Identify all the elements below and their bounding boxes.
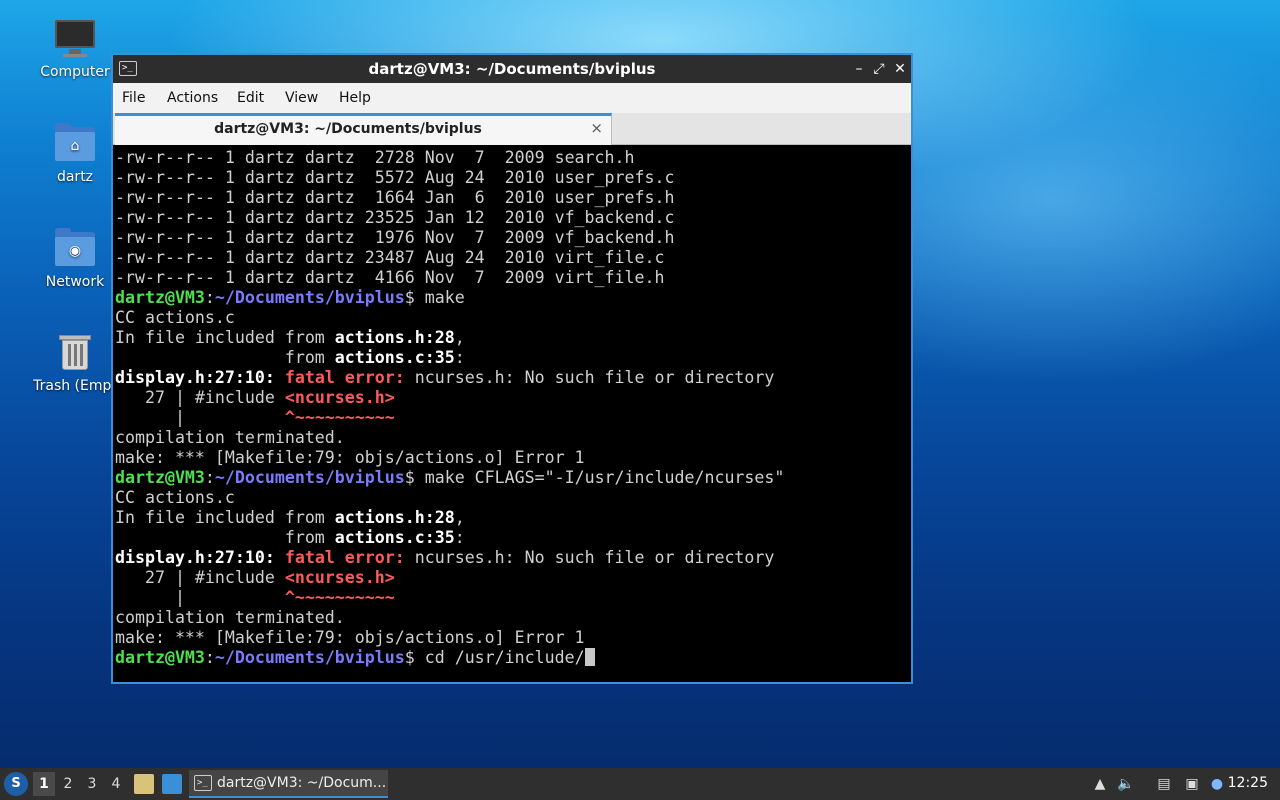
- listing-line: -rw-r--r-- 1 dartz dartz 1976 Nov 7 2009…: [115, 228, 675, 247]
- workspace-2[interactable]: 2: [57, 772, 79, 796]
- source-line: 27 | #include <ncurses.h>: [115, 388, 395, 407]
- file-manager-icon[interactable]: [134, 774, 154, 794]
- command-text: $ cd /usr/include/: [404, 648, 585, 667]
- prompt-path: ~/Documents/bviplus: [214, 288, 405, 307]
- listing-line: -rw-r--r-- 1 dartz dartz 1664 Jan 6 2010…: [115, 188, 675, 207]
- task-label: dartz@VM3: ~/Docum...: [217, 775, 387, 791]
- output-line: In file included from actions.h:28,: [115, 328, 465, 347]
- source-line: 27 | #include <ncurses.h>: [115, 568, 395, 587]
- prompt-line: dartz@VM3:~/Documents/bviplus$ make: [115, 288, 465, 307]
- workspace-3[interactable]: 3: [81, 772, 103, 796]
- window-title: dartz@VM3: ~/Documents/bviplus: [368, 60, 656, 78]
- tray-up-arrow-icon[interactable]: ▲: [1090, 774, 1110, 794]
- tab-close-button[interactable]: ×: [590, 119, 603, 137]
- listing-line: -rw-r--r-- 1 dartz dartz 23487 Aug 24 20…: [115, 248, 665, 267]
- desktop-icon-label: Computer: [40, 64, 110, 80]
- listing-line: -rw-r--r-- 1 dartz dartz 23525 Jan 12 20…: [115, 208, 675, 227]
- taskbar-task-terminal[interactable]: >_ dartz@VM3: ~/Docum...: [189, 770, 388, 798]
- computer-icon: [53, 16, 97, 60]
- command-text: $ make: [404, 288, 465, 307]
- update-notification-icon[interactable]: ●: [1207, 774, 1227, 794]
- output-line: make: *** [Makefile:79: objs/actions.o] …: [115, 448, 585, 467]
- error-line: display.h:27:10: fatal error: ncurses.h:…: [115, 368, 775, 387]
- menu-view[interactable]: View: [285, 90, 318, 106]
- close-button[interactable]: ✕: [890, 59, 910, 79]
- network-folder-icon: ◉: [53, 226, 97, 270]
- tab-terminal[interactable]: dartz@VM3: ~/Documents/bviplus ×: [115, 113, 612, 145]
- terminal-icon: >_: [194, 775, 212, 791]
- menu-file[interactable]: File: [122, 90, 145, 106]
- listing-line: -rw-r--r-- 1 dartz dartz 2728 Nov 7 2009…: [115, 148, 635, 167]
- output-line: compilation terminated.: [115, 608, 345, 627]
- show-desktop-icon[interactable]: [162, 774, 182, 794]
- menu-actions[interactable]: Actions: [167, 90, 218, 106]
- prompt-user: dartz@VM3: [115, 288, 205, 307]
- network-status-icon[interactable]: ▣: [1182, 774, 1202, 794]
- volume-icon[interactable]: 🔈: [1116, 774, 1136, 794]
- prompt-line[interactable]: dartz@VM3:~/Documents/bviplus$ cd /usr/i…: [115, 648, 909, 668]
- home-folder-icon: ⌂: [53, 121, 97, 165]
- desktop-icon-label: Trash (Empt: [33, 378, 117, 394]
- desktop-icon-trash[interactable]: Trash (Empt: [25, 330, 125, 394]
- desktop-icon-network[interactable]: ◉ Network: [25, 226, 125, 290]
- tab-bar: dartz@VM3: ~/Documents/bviplus ×: [113, 113, 911, 145]
- clock[interactable]: 12:25: [1228, 775, 1268, 791]
- workspace-1[interactable]: 1: [33, 772, 55, 796]
- output-line: In file included from actions.h:28,: [115, 508, 465, 527]
- clipboard-icon[interactable]: ▤: [1154, 774, 1174, 794]
- maximize-button[interactable]: ⤢: [869, 59, 889, 79]
- trash-icon: [53, 330, 97, 374]
- listing-line: -rw-r--r-- 1 dartz dartz 4166 Nov 7 2009…: [115, 268, 665, 287]
- output-line: compilation terminated.: [115, 428, 345, 447]
- taskbar: S 1 2 3 4 >_ dartz@VM3: ~/Docum... ▲ 🔈 ▤…: [0, 768, 1280, 800]
- desktop-icon-home[interactable]: ⌂ dartz: [25, 121, 125, 185]
- start-menu-button[interactable]: S: [4, 772, 28, 796]
- prompt-line: dartz@VM3:~/Documents/bviplus$ make CFLA…: [115, 468, 785, 487]
- menu-bar: File Actions Edit View Help: [113, 83, 911, 113]
- menu-help[interactable]: Help: [339, 90, 371, 106]
- caret-line: | ^~~~~~~~~~~: [115, 408, 395, 427]
- terminal-cursor: [584, 648, 595, 666]
- desktop-icon-label: Network: [45, 274, 105, 290]
- desktop-icon-computer[interactable]: Computer: [25, 16, 125, 80]
- caret-line: | ^~~~~~~~~~~: [115, 588, 395, 607]
- menu-edit[interactable]: Edit: [237, 90, 264, 106]
- output-line: make: *** [Makefile:79: objs/actions.o] …: [115, 628, 585, 647]
- output-line: from actions.c:35:: [115, 348, 465, 367]
- command-text: $ make CFLAGS="-I/usr/include/ncurses": [404, 468, 785, 487]
- listing-line: -rw-r--r-- 1 dartz dartz 5572 Aug 24 201…: [115, 168, 675, 187]
- minimize-button[interactable]: –: [849, 59, 869, 79]
- output-line: CC actions.c: [115, 308, 235, 327]
- terminal-window[interactable]: >_ dartz@VM3: ~/Documents/bviplus – ⤢ ✕ …: [111, 53, 913, 684]
- desktop-icon-label: dartz: [56, 169, 94, 185]
- workspace-4[interactable]: 4: [105, 772, 127, 796]
- window-titlebar[interactable]: >_ dartz@VM3: ~/Documents/bviplus – ⤢ ✕: [113, 55, 911, 83]
- error-line: display.h:27:10: fatal error: ncurses.h:…: [115, 548, 775, 567]
- output-line: from actions.c:35:: [115, 528, 465, 547]
- tab-label: dartz@VM3: ~/Documents/bviplus: [214, 121, 482, 137]
- terminal-output[interactable]: -rw-r--r-- 1 dartz dartz 2728 Nov 7 2009…: [115, 148, 909, 682]
- output-line: CC actions.c: [115, 488, 235, 507]
